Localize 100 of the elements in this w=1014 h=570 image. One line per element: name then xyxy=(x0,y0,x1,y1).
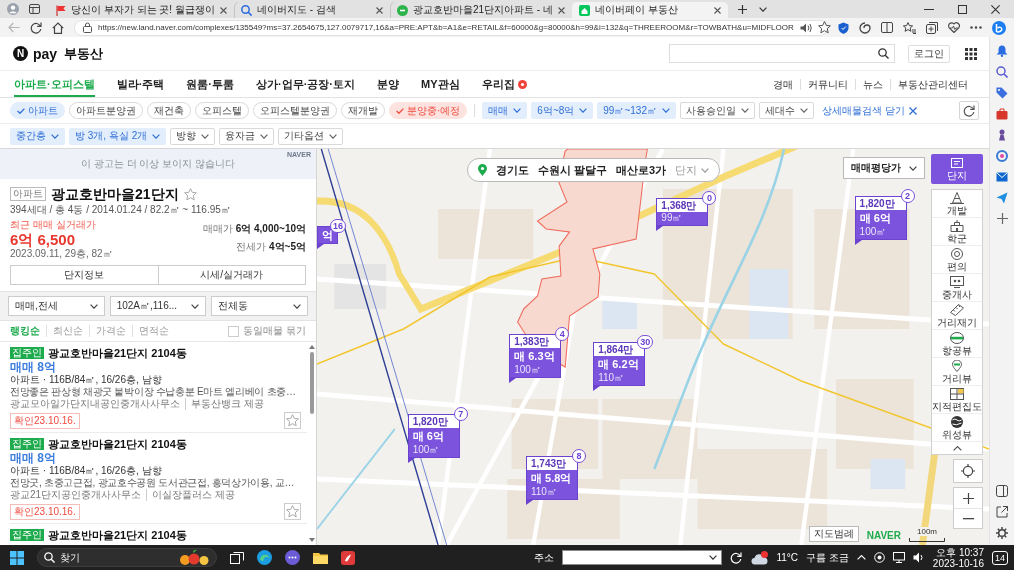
header-link[interactable]: 부동산관리센터 xyxy=(890,78,975,90)
filter-dropdown[interactable]: 99㎡~132㎡ xyxy=(597,102,676,119)
checkbox-label[interactable]: 동일매물 묶기 xyxy=(243,325,306,337)
pawn-icon[interactable] xyxy=(996,129,1008,141)
header-link[interactable]: 뉴스 xyxy=(855,78,890,90)
filter-dropdown[interactable]: 전체동 xyxy=(211,296,308,316)
home-icon[interactable] xyxy=(52,21,64,34)
login-button[interactable]: 로그인 xyxy=(908,44,950,63)
scroll-up-icon[interactable] xyxy=(308,345,315,349)
filter-dropdown[interactable]: 매매,전세 xyxy=(8,296,105,316)
refresh-button[interactable] xyxy=(959,101,979,120)
search-icon[interactable] xyxy=(878,48,889,59)
browser-icon[interactable] xyxy=(257,550,272,565)
close-icon[interactable] xyxy=(375,6,383,14)
paper-plane-icon[interactable] xyxy=(996,192,1008,204)
filter-dropdown[interactable]: 중간층 xyxy=(10,127,65,145)
legend-button[interactable]: 지도범례 xyxy=(808,526,859,542)
filter-chip[interactable]: 오피스텔분양권 xyxy=(253,102,337,119)
locate-button[interactable] xyxy=(953,459,983,483)
folder-icon[interactable] xyxy=(313,551,328,564)
filter-dropdown[interactable]: 102A㎡,116... xyxy=(109,296,207,316)
map-tool-button[interactable]: 편의 xyxy=(932,246,982,274)
panel-icon[interactable] xyxy=(996,485,1008,497)
close-icon[interactable] xyxy=(557,6,565,14)
browser-tab[interactable]: 광교호반마을21단지아파트 - 네 xyxy=(389,2,572,18)
logo-mark[interactable]: N xyxy=(13,46,28,61)
scrollbar-thumb[interactable] xyxy=(309,352,314,414)
notification-badge[interactable]: 14 xyxy=(992,550,1008,565)
map-tool-button[interactable]: 개발 xyxy=(932,190,982,218)
nav-tab[interactable]: 빌라·주택 xyxy=(116,71,165,97)
settings-icon[interactable] xyxy=(996,527,1008,539)
checkbox[interactable] xyxy=(228,325,240,337)
scroll-down-icon[interactable] xyxy=(308,538,315,542)
star-icon[interactable] xyxy=(183,187,197,201)
browser-tab[interactable]: 네이버지도 - 검색 xyxy=(233,2,390,18)
task-view-icon[interactable] xyxy=(230,551,244,564)
breadcrumb-item[interactable]: 매산로3가 xyxy=(616,163,667,177)
toolbox-icon[interactable] xyxy=(996,108,1008,120)
map-tool-button[interactable]: 거리재기 xyxy=(932,302,982,330)
chat-icon[interactable] xyxy=(285,550,300,565)
network-icon[interactable] xyxy=(892,552,905,563)
map-tool-button[interactable]: 항공뷰 xyxy=(932,330,982,358)
address-bar[interactable]: https://new.land.naver.com/complexes/135549?ms=37.2654675,127.0079717,16&a=PRE:APT&b=A1&e=RETAIL&f=60000&g=80000&h=99&i=132&q=THREEROOM&r=TOWBATH&u=MIDFLOOR xyxy=(74,19,828,36)
tag-icon[interactable] xyxy=(996,87,1008,99)
filter-dropdown[interactable]: 융자금 xyxy=(219,127,275,145)
listing-title[interactable]: 광교호반마을21단지 2104동 xyxy=(48,346,187,360)
grid-icon[interactable] xyxy=(965,47,977,60)
filter-dropdown[interactable]: 6억~8억 xyxy=(531,102,594,119)
filter-dropdown[interactable]: 세대수 xyxy=(758,102,814,119)
copilot-icon[interactable] xyxy=(992,20,1006,35)
maximize-icon[interactable] xyxy=(958,4,967,14)
spiral-icon[interactable] xyxy=(859,21,871,34)
new-tab-icon[interactable] xyxy=(737,4,747,14)
nav-tab[interactable]: 우리집 xyxy=(481,71,527,97)
close-icon[interactable] xyxy=(219,6,227,14)
filter-chip[interactable]: 아파트분양권 xyxy=(69,102,143,119)
browser-tab[interactable]: 당신이 부자가 되는 곳! 월급쟁이 xyxy=(48,2,234,18)
tab-actions-icon[interactable] xyxy=(29,4,40,14)
listing-title[interactable]: 광교호반마을21단지 2104동 xyxy=(48,437,187,451)
favorites-icon[interactable] xyxy=(903,21,916,34)
close-icon[interactable] xyxy=(991,4,1000,14)
search-field[interactable]: 찾기 xyxy=(37,548,217,567)
refresh-icon[interactable] xyxy=(30,21,42,34)
plus-icon[interactable] xyxy=(996,213,1008,224)
minimize-icon[interactable] xyxy=(924,8,934,10)
filter-chip[interactable]: 재건축 xyxy=(147,102,191,119)
collections-icon[interactable] xyxy=(926,21,938,34)
record-icon[interactable] xyxy=(873,552,885,563)
filter-dropdown[interactable]: 사용승인일 xyxy=(679,102,755,119)
logo-text[interactable]: 부동산 xyxy=(64,45,104,62)
close-icon[interactable] xyxy=(713,6,721,14)
filter-chip[interactable]: 아파트 xyxy=(10,102,65,119)
external-link-icon[interactable] xyxy=(996,506,1008,518)
bell-icon[interactable] xyxy=(996,45,1008,57)
nav-tab[interactable]: 원룸·투룸 xyxy=(186,71,234,97)
mail-icon[interactable] xyxy=(996,171,1008,183)
filter-chip[interactable]: 재개발 xyxy=(341,102,385,119)
app-icon[interactable] xyxy=(341,550,355,565)
avatar-icon[interactable] xyxy=(7,3,19,15)
nav-tab[interactable]: MY관심 xyxy=(421,71,460,97)
filter-dropdown[interactable]: 기타옵션 xyxy=(278,127,344,145)
nav-tab[interactable]: 분양 xyxy=(377,71,399,97)
logo-text[interactable]: pay xyxy=(33,45,58,62)
map-tool-button[interactable]: 지적편집도 xyxy=(932,386,982,414)
breadcrumb-item[interactable]: 수원시 팔달구 xyxy=(538,163,608,177)
listing-title[interactable]: 광교호반마을21단지 2104동 xyxy=(48,528,187,542)
map-tool-button[interactable]: 거리뷰 xyxy=(932,358,982,386)
close-detail-link[interactable]: 상세매물검색 닫기 xyxy=(821,104,917,117)
speaker-icon[interactable] xyxy=(799,22,812,33)
nav-tab[interactable]: 상가·업무·공장·토지 xyxy=(256,71,355,97)
map-tool-button[interactable]: 학군 xyxy=(932,218,982,246)
heart-icon[interactable] xyxy=(948,22,960,33)
info-button[interactable]: 단지정보 xyxy=(10,265,159,285)
map-tool-button[interactable]: 중개사 xyxy=(932,274,982,302)
breadcrumb-item[interactable]: 경기도 xyxy=(496,163,529,177)
star-icon[interactable] xyxy=(817,21,831,34)
speaker-icon[interactable] xyxy=(912,552,925,563)
price-type-dropdown[interactable]: 매매평당가 xyxy=(843,157,925,179)
shield-icon[interactable] xyxy=(838,21,849,34)
info-button[interactable]: 시세/실거래가 xyxy=(158,265,306,285)
